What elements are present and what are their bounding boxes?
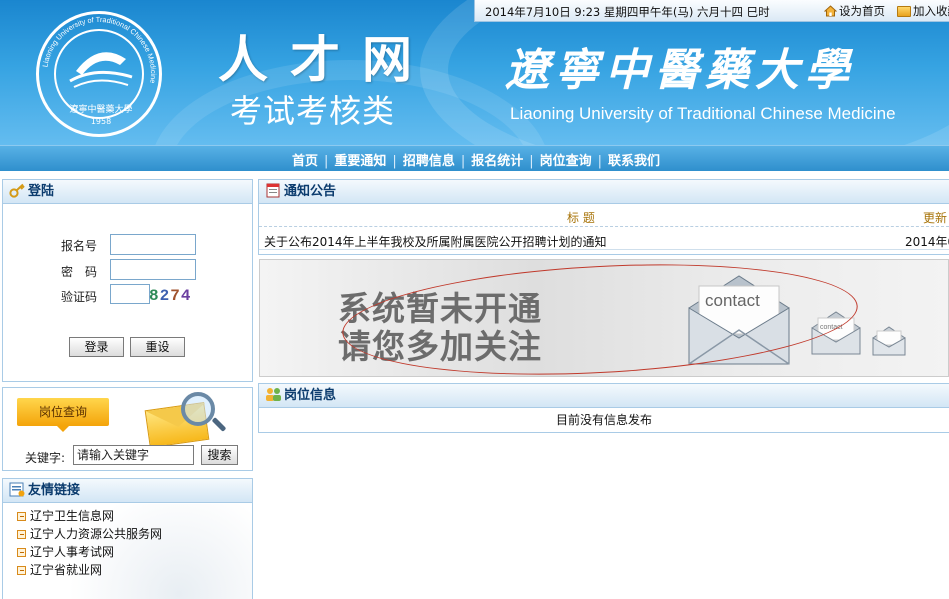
nav-item-label: 招聘信息	[402, 154, 455, 169]
add-favorite-link[interactable]: 加入收藏	[897, 3, 949, 19]
nav-separator-text: |	[529, 154, 534, 169]
nav-item-label: 首页	[292, 154, 319, 169]
current-datetime: 2014年7月10日 9:23 星期四甲午年(马) 六月十四 巳时	[485, 5, 770, 19]
nav-separator: |	[592, 154, 608, 169]
login-title: 登陆	[28, 184, 55, 199]
login-button[interactable]: 登录	[69, 337, 124, 357]
column-header-updated: 更新	[923, 211, 948, 225]
notice-panel: 通知公告 标 题 更新 关于公布2014年上半年我校及所属附属医院公开招聘计划的…	[258, 179, 949, 255]
notice-title-cell: 关于公布2014年上半年我校及所属附属医院公开招聘计划的通知	[264, 235, 607, 249]
logo-year: 1958	[90, 117, 112, 126]
people-icon	[266, 388, 281, 401]
logo-chinese-name: 遼寧中醫藥大學	[69, 105, 133, 115]
table-row[interactable]: 关于公布2014年上半年我校及所属附属医院公开招聘计划的通知 2014年0	[259, 228, 949, 250]
captcha-char: 4	[180, 287, 192, 305]
job-search-tab[interactable]: 岗位查询	[17, 398, 109, 432]
search-button[interactable]: 搜索	[201, 445, 238, 465]
folder-icon	[897, 6, 911, 17]
friend-link[interactable]: 辽宁省就业网	[17, 561, 102, 578]
nav-separator-text: |	[460, 154, 466, 169]
keyword-label: 关键字:	[25, 451, 66, 465]
nav-item-registration-stats[interactable]: 报名统计	[471, 150, 523, 169]
reset-button[interactable]: 重设	[130, 337, 185, 357]
nav-separator: |	[318, 154, 334, 169]
captcha-char: 8	[149, 287, 160, 305]
bullet-icon	[17, 548, 26, 557]
captcha-char: 7	[170, 287, 181, 305]
bullet-icon	[17, 512, 26, 521]
set-home-link[interactable]: 设为首页	[824, 3, 885, 19]
friend-link-label: 辽宁省就业网	[30, 563, 103, 577]
job-search-panel: 岗位查询 关键字: 请输入关键字 搜索	[2, 387, 253, 471]
login-panel-title: 登陆	[3, 180, 252, 204]
home-icon	[824, 5, 837, 17]
friend-link[interactable]: 辽宁人事考试网	[17, 543, 114, 560]
username-label: 报名号	[61, 239, 98, 253]
nav-item-recruitment[interactable]: 招聘信息	[403, 150, 455, 169]
nav-separator-text: |	[597, 154, 603, 169]
column-header-title: 标 题	[567, 211, 595, 225]
username-input[interactable]	[110, 234, 196, 255]
bullet-icon	[17, 566, 26, 575]
job-info-title: 岗位信息	[284, 388, 337, 403]
system-not-open-banner: 系统暂未开通 请您多加关注 contact contact	[259, 259, 949, 377]
job-info-panel: 岗位信息 目前没有信息发布	[258, 383, 949, 433]
site-title: 人才网	[218, 30, 434, 89]
notice-panel-title: 通知公告	[259, 180, 949, 204]
no-info-message: 目前没有信息发布	[555, 413, 652, 427]
nav-item-home[interactable]: 首页	[292, 150, 318, 169]
tiny-envelope-icon	[872, 326, 906, 356]
nav-separator: |	[455, 154, 471, 169]
friend-link[interactable]: 辽宁人力资源公共服务网	[17, 525, 162, 542]
job-info-panel-title: 岗位信息	[259, 384, 949, 408]
friend-link[interactable]: 辽宁卫生信息网	[17, 507, 114, 524]
notice-table-header: 标 题 更新	[259, 205, 949, 227]
friend-link-label: 辽宁人事考试网	[30, 545, 115, 559]
set-home-label: 设为首页	[839, 4, 885, 18]
nav-separator: |	[523, 154, 539, 169]
friend-link-label: 辽宁卫生信息网	[30, 509, 115, 523]
university-name-cn: 遼寧中醫藥大學	[505, 45, 855, 96]
nav-separator: |	[386, 154, 402, 169]
main-nav: 首页 | 重要通知 | 招聘信息 | 报名统计 | 岗位查询 | 联系我们	[0, 145, 949, 171]
friend-link-label: 辽宁人力资源公共服务网	[30, 527, 163, 541]
top-bar: 2014年7月10日 9:23 星期四甲午年(马) 六月十四 巳时 设为首页 加…	[474, 0, 949, 22]
friend-links-title: 友情链接	[3, 479, 252, 503]
nav-separator-text: |	[324, 154, 329, 169]
captcha-label: 验证码	[61, 290, 98, 304]
nav-item-label: 报名统计	[471, 154, 524, 169]
bullet-icon	[17, 530, 26, 539]
captcha-char: 2	[159, 287, 171, 305]
captcha-image[interactable]: 8274	[149, 287, 191, 305]
nav-item-important-notice[interactable]: 重要通知	[334, 150, 386, 169]
captcha-input[interactable]	[110, 284, 150, 304]
password-input[interactable]	[110, 259, 196, 280]
link-list-icon	[9, 482, 25, 497]
nav-item-label: 岗位查询	[539, 154, 592, 169]
nav-separator-text: |	[392, 154, 397, 169]
university-name-en: Liaoning University of Traditional Chine…	[510, 104, 896, 123]
nav-item-label: 重要通知	[334, 154, 387, 169]
nav-item-job-search[interactable]: 岗位查询	[540, 150, 592, 169]
university-logo: Liaoning University of Traditional Chine…	[36, 11, 162, 137]
login-panel: 登陆 报名号 密 码 验证码 8274 登录 重设	[2, 179, 253, 382]
site-header: Liaoning University of Traditional Chine…	[0, 0, 949, 147]
add-favorite-label: 加入收藏	[913, 4, 949, 18]
notice-date-cell: 2014年0	[905, 235, 949, 249]
friend-links-title-text: 友情链接	[28, 483, 81, 498]
password-label: 密 码	[61, 265, 98, 279]
magnifier-icon	[181, 392, 215, 426]
notice-title: 通知公告	[284, 184, 337, 199]
friend-links-panel: 友情链接 辽宁卫生信息网 辽宁人力资源公共服务网 辽宁人事考试网 辽宁省就业网	[2, 478, 253, 599]
key-icon	[9, 183, 25, 198]
keyword-input[interactable]: 请输入关键字	[73, 445, 194, 465]
calendar-icon	[266, 183, 280, 198]
nav-item-label: 联系我们	[608, 154, 661, 169]
nav-item-contact[interactable]: 联系我们	[608, 150, 660, 169]
site-subtitle: 考试考核类	[230, 92, 396, 130]
